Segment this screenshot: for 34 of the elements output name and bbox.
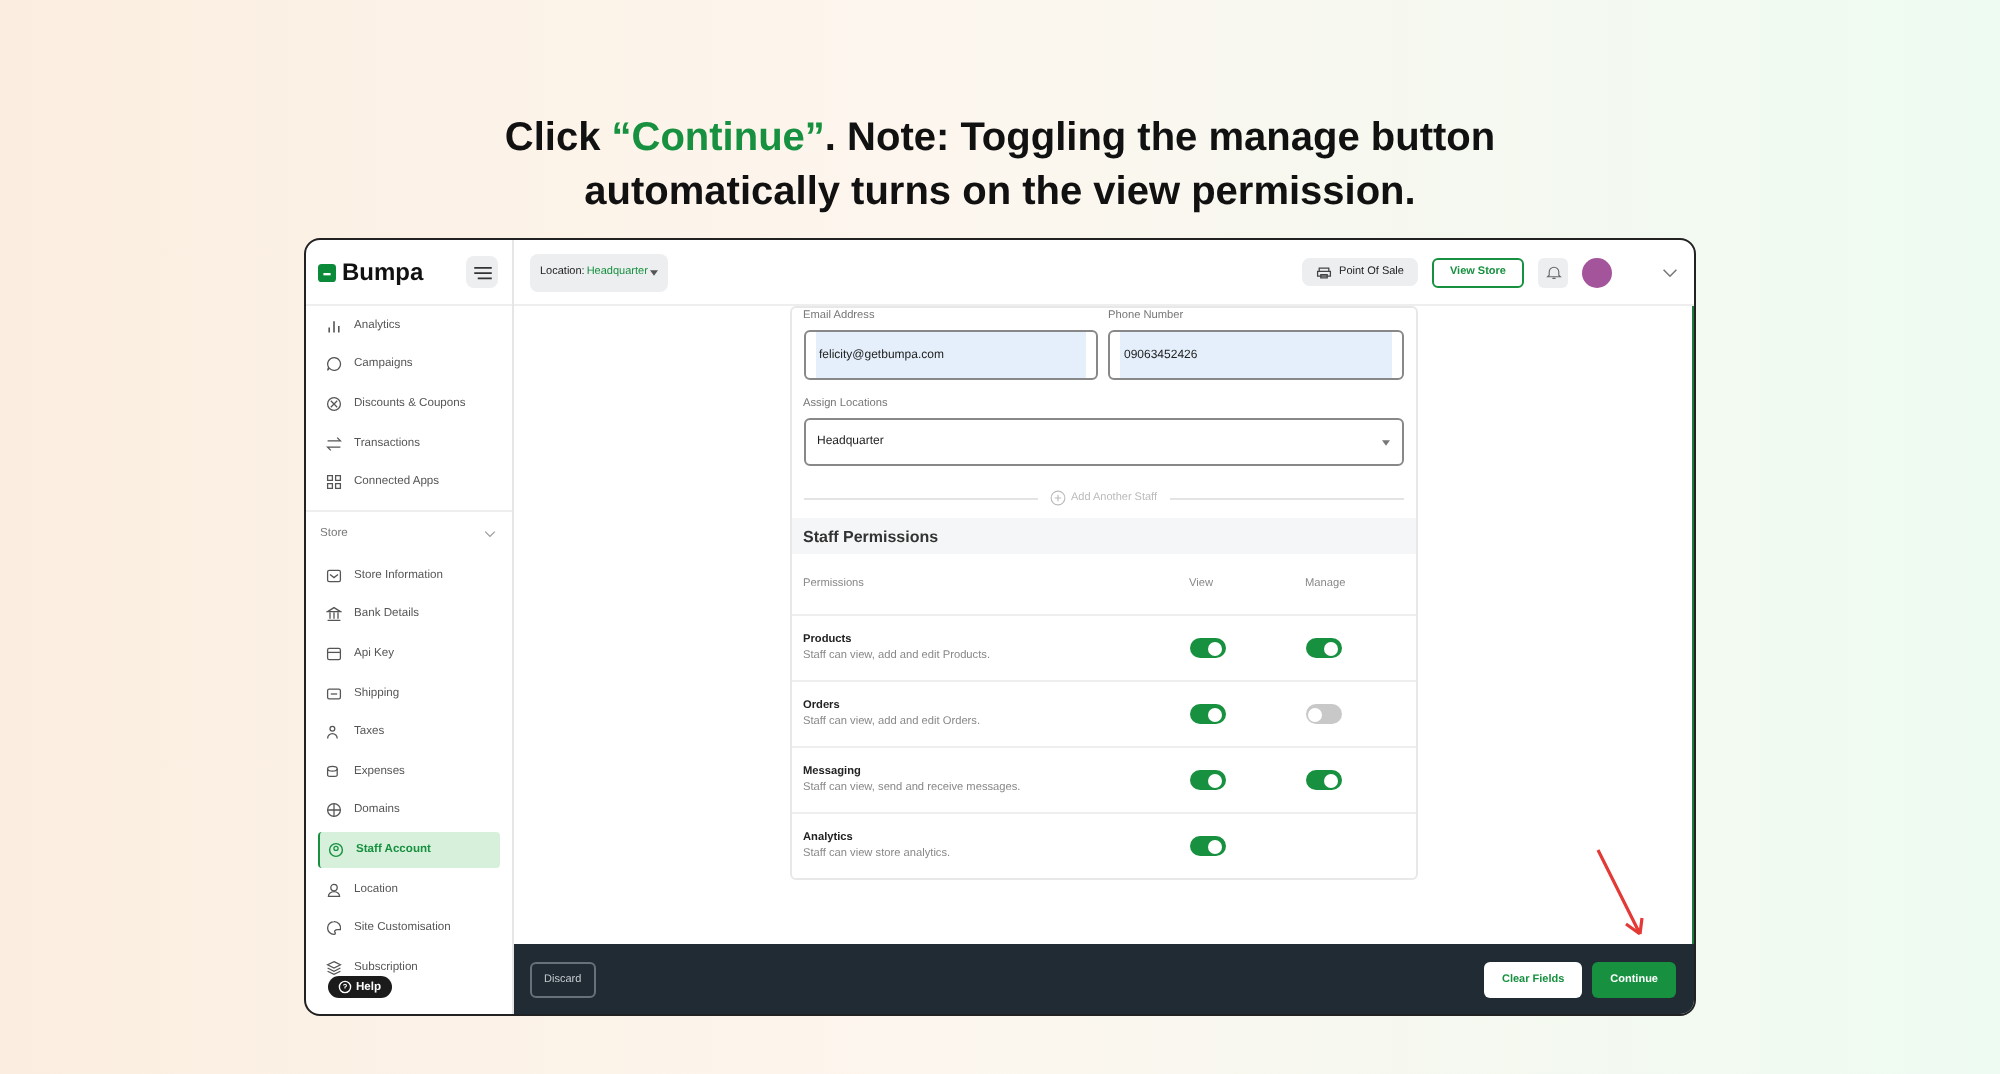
caret-icon — [1381, 439, 1389, 445]
avatar[interactable] — [1582, 257, 1612, 287]
menu-button[interactable] — [466, 256, 498, 288]
globe-icon — [326, 802, 342, 819]
notification-button[interactable] — [1538, 257, 1568, 287]
menu-icon — [473, 265, 491, 279]
bank-icon — [326, 606, 342, 623]
help-icon — [338, 980, 352, 994]
chevron-icon[interactable] — [484, 529, 496, 538]
swap-arrows-icon — [326, 435, 342, 452]
manage-toggle[interactable] — [1305, 704, 1341, 724]
manage-toggle[interactable] — [1305, 638, 1341, 658]
section-title: Staff Permissions — [791, 518, 1415, 554]
grid-icon — [326, 474, 342, 491]
printer-icon — [1315, 265, 1332, 279]
chevron-down-icon[interactable] — [1662, 267, 1678, 277]
caret-icon — [649, 269, 658, 275]
view-toggle[interactable] — [1189, 704, 1225, 724]
user-circle-icon — [328, 841, 344, 858]
layers-icon — [326, 959, 342, 976]
discount-badge-icon — [326, 395, 342, 412]
view-toggle[interactable] — [1189, 638, 1225, 658]
bell-icon — [1545, 264, 1561, 280]
brand-logo: Bumpa — [318, 258, 424, 286]
view-toggle[interactable] — [1189, 836, 1225, 856]
chat-bubble-icon — [326, 356, 342, 373]
plus-circle-icon — [1049, 490, 1065, 506]
view-toggle[interactable] — [1189, 770, 1225, 790]
instruction-heading: Click “Continue”. Note: Toggling the manage button automatically turns on the view permission. — [502, 114, 1498, 218]
palette-icon — [326, 920, 342, 937]
envelope-icon — [326, 567, 342, 584]
bar-chart-icon — [326, 317, 342, 334]
manage-toggle[interactable] — [1305, 770, 1341, 790]
card-icon — [326, 645, 342, 662]
